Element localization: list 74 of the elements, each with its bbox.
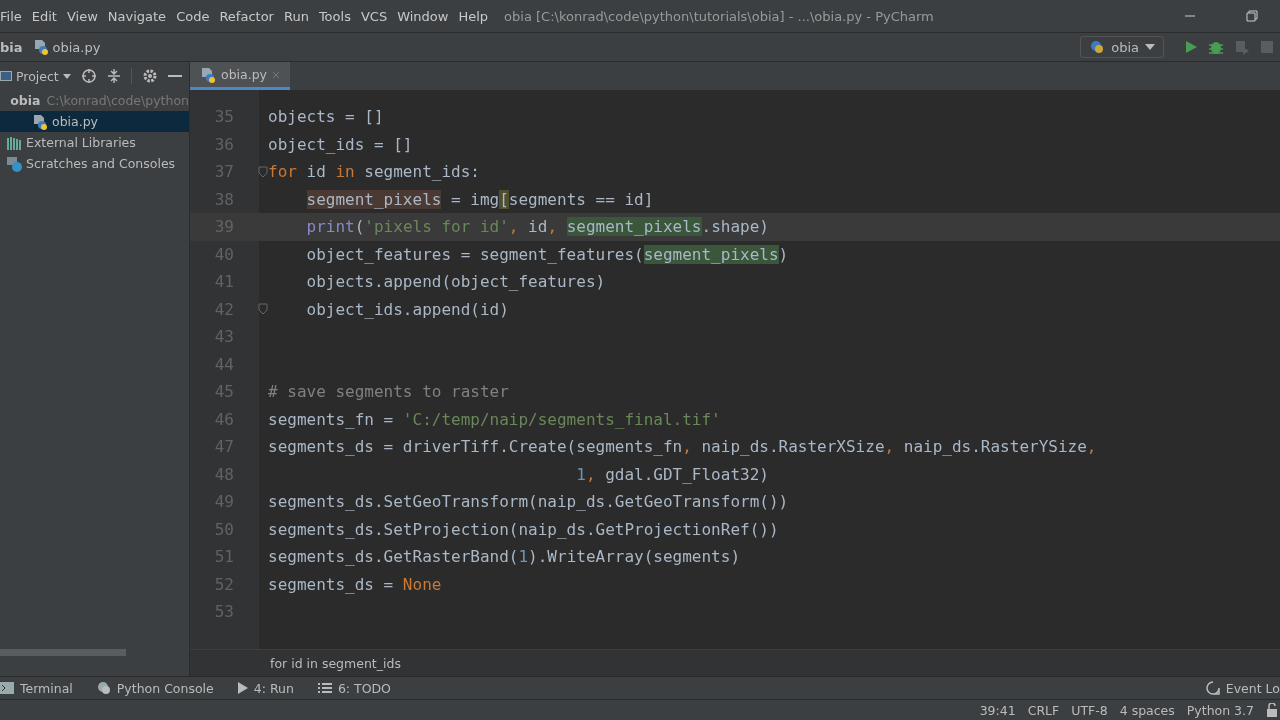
tool-window-button[interactable]: Terminal [0, 680, 73, 696]
menu-item[interactable]: Edit [31, 8, 57, 24]
code-line: # save segments to raster [268, 382, 509, 402]
code-line: for id in segment_ids: [268, 162, 480, 182]
scratch-clock-icon [6, 155, 22, 172]
code-breadcrumb[interactable]: for id in segment_ids [270, 655, 401, 671]
code-line: object_ids = [] [268, 134, 413, 154]
status-item[interactable]: Python 3.7 [1186, 702, 1254, 718]
python-logo-icon [96, 681, 111, 695]
library-icon [6, 135, 22, 150]
code-line: object_ids.append(id) [306, 299, 509, 319]
code-line: object_features = segment_features(segment_pixels) [306, 244, 789, 264]
tree-item[interactable]: Scratches and Consoles [0, 153, 189, 174]
code-line: segments_ds = driverTiff.Create(segments_fn, naip_ds.RasterXSize, naip_ds.RasterYSize, [268, 437, 1097, 457]
list-icon [317, 682, 332, 694]
settings-icon[interactable] [141, 68, 158, 84]
run-configuration-dropdown[interactable]: obia [1080, 36, 1164, 58]
menu-item[interactable]: Refactor [219, 8, 274, 24]
collapse-icon[interactable] [106, 68, 121, 84]
tree-item[interactable]: obia.py [0, 111, 189, 132]
window-icon [0, 71, 12, 81]
menu-item[interactable]: VCS [360, 8, 388, 24]
breadcrumb-item[interactable]: bia [0, 39, 23, 55]
code-line: segments_ds.SetGeoTransform(naip_ds.GetGeoTransform()) [268, 492, 789, 512]
menu-item[interactable]: Window [397, 8, 449, 24]
code-line: segments_fn = 'C:/temp/naip/segments_final.tif' [268, 409, 721, 429]
run-icon[interactable] [1184, 40, 1198, 54]
code-line: segments_ds.GetRasterBand(1).WriteArray(segments) [268, 547, 740, 567]
menu-item[interactable]: Run [283, 8, 309, 24]
editor-tab[interactable]: obia.py [190, 62, 291, 90]
terminal-icon [0, 682, 14, 694]
menu-item[interactable]: Navigate [107, 8, 167, 24]
tool-window-button[interactable]: Python Console [96, 680, 214, 696]
tree-item[interactable]: obia C:\konrad\code\python [0, 90, 189, 111]
fold-icon[interactable] [258, 165, 268, 178]
python-file-icon [200, 66, 216, 83]
hide-icon[interactable] [167, 74, 182, 78]
status-item[interactable]: CRLF [1027, 702, 1060, 718]
python-logo-icon [1089, 39, 1106, 55]
status-item[interactable]: 4 spaces [1119, 702, 1175, 718]
code-line: objects.append(object_features) [306, 272, 606, 292]
python-file-icon [32, 39, 49, 55]
caret-icon [1145, 44, 1155, 50]
menu-item[interactable]: Code [176, 8, 210, 24]
scrollbar[interactable] [0, 649, 126, 656]
menu-item[interactable]: Help [458, 8, 489, 24]
breadcrumb-item[interactable]: obia.py [32, 39, 101, 55]
code-line: segments_ds = None [268, 574, 442, 594]
code-line: segments_ds.SetProjection(naip_ds.GetProjectionRef()) [268, 519, 779, 539]
python-file-icon [32, 113, 48, 130]
fold-icon[interactable] [258, 303, 268, 316]
tool-window-button[interactable]: 4: Run [237, 680, 294, 696]
tree-item[interactable]: External Libraries [0, 132, 189, 153]
tool-window-button[interactable]: 6: TODO [317, 680, 391, 696]
code-line: 1, gdal.GDT_Float32) [576, 464, 769, 484]
menu-item[interactable]: Tools [318, 8, 351, 24]
code-line: print('pixels for id', id, segment_pixels.shape) [306, 217, 769, 237]
restore-icon[interactable] [1246, 10, 1258, 22]
caret-icon [62, 73, 71, 79]
window-title: obia [C:\konrad\code\python\tutorials\obia] - ...\obia.py - PyCharm [504, 8, 934, 24]
code-line: objects = [] [268, 107, 384, 127]
bug-icon[interactable] [1208, 39, 1224, 55]
close-icon[interactable] [272, 70, 281, 79]
code-line: segment_pixels = img[segments == id] [306, 189, 654, 209]
locate-icon[interactable] [80, 68, 97, 84]
status-item[interactable]: 39:41 [979, 702, 1016, 718]
project-dropdown[interactable]: Project [0, 68, 71, 84]
menu-item[interactable]: View [66, 8, 98, 24]
status-item[interactable]: UTF-8 [1071, 702, 1108, 718]
menu-item[interactable]: File [0, 8, 22, 24]
event-log-button[interactable]: Event Lo [1205, 680, 1280, 696]
lock-icon[interactable] [1266, 703, 1278, 717]
play-icon [237, 682, 248, 694]
stop-icon[interactable] [1260, 40, 1274, 54]
